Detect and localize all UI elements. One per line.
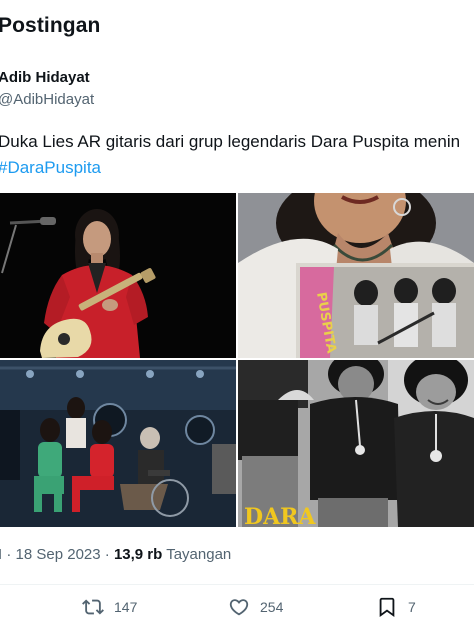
photo-guitarist-stage[interactable]	[0, 193, 236, 358]
album-title-overlay: DARA	[244, 504, 316, 527]
post-time[interactable]: I	[0, 546, 2, 563]
meta-separator: ·	[104, 546, 110, 563]
meta-separator: ·	[6, 546, 12, 563]
author-name[interactable]: Adib Hidayat	[0, 69, 90, 86]
views-label: Tayangan	[166, 546, 232, 563]
retweet-button[interactable]: 147	[82, 596, 137, 618]
photo-band-vintage[interactable]: DARA	[238, 360, 474, 527]
hashtag-link[interactable]: #DaraPuspita	[0, 157, 101, 179]
divider	[0, 584, 474, 585]
bookmark-count: 7	[408, 599, 416, 615]
bookmark-button[interactable]: 7	[376, 596, 416, 618]
post-page: Postingan Adib Hidayat @AdibHidayat Duka…	[0, 0, 474, 631]
heart-icon	[229, 599, 249, 616]
page-title: Postingan	[0, 14, 101, 37]
like-button[interactable]: 254	[228, 596, 283, 618]
photo-group-seated[interactable]	[0, 360, 236, 527]
post-date[interactable]: 18 Sep 2023	[16, 546, 101, 563]
action-bar: 147 254 7	[0, 588, 474, 628]
retweet-count: 147	[114, 599, 138, 615]
post-text: Duka Lies AR gitaris dari grup legendari…	[0, 132, 461, 151]
like-count: 254	[260, 599, 284, 615]
retweet-icon	[82, 599, 104, 615]
views-count: 13,9 rb	[113, 546, 163, 563]
post-meta: I · 18 Sep 2023 · 13,9 rb Tayangan	[0, 546, 231, 563]
author-handle[interactable]: @AdibHidayat	[0, 91, 94, 108]
bookmark-icon	[379, 597, 395, 618]
media-grid: PUSPITA DARA	[0, 193, 474, 527]
photo-album-cover[interactable]: PUSPITA	[238, 193, 474, 358]
